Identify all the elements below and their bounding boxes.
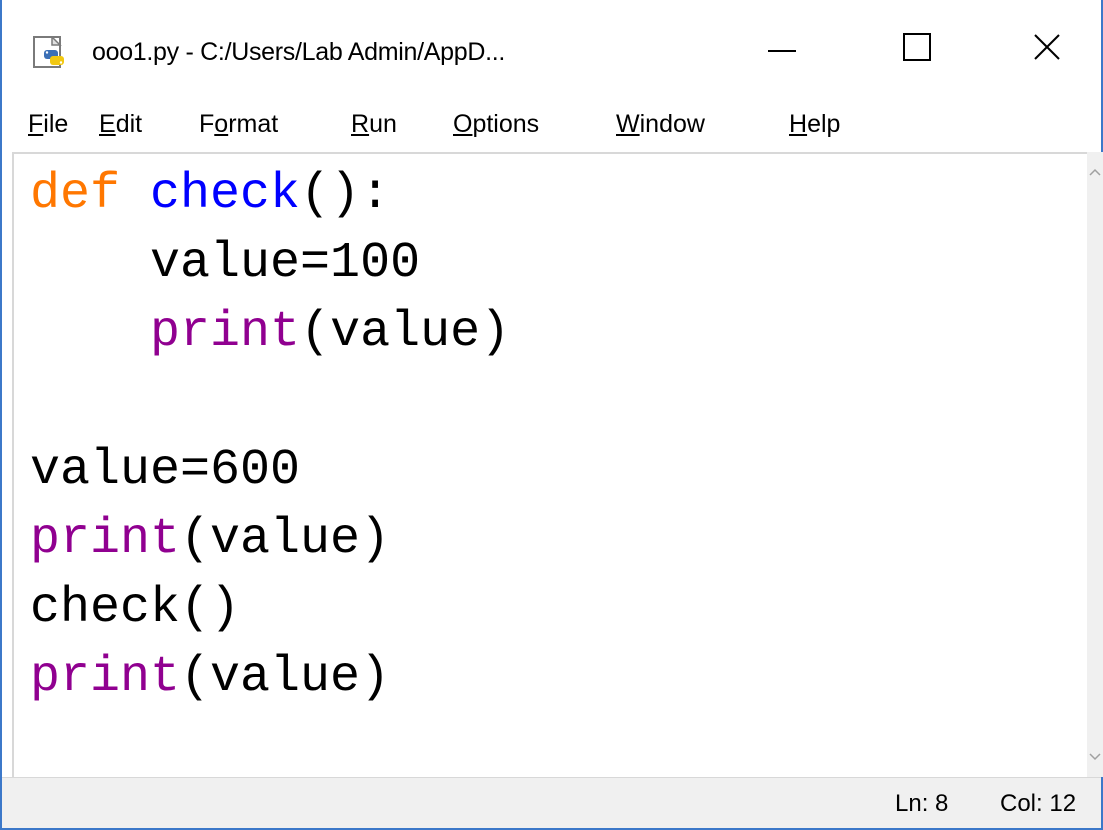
menu-window[interactable]: Window xyxy=(616,110,705,139)
code-line-6[interactable]: print(value) xyxy=(30,505,510,574)
menu-options[interactable]: Options xyxy=(453,110,539,139)
menu-help[interactable]: Help xyxy=(789,110,840,139)
menu-edit[interactable]: Edit xyxy=(99,110,142,139)
window-title: ooo1.py - C:/Users/Lab Admin/AppD... xyxy=(92,38,506,66)
code-line-2[interactable]: value=100 xyxy=(30,229,510,298)
code-line-1[interactable]: def check(): xyxy=(30,160,510,229)
code-line-8[interactable]: print(value) xyxy=(30,643,510,712)
code-line-5[interactable]: value=600 xyxy=(30,436,510,505)
status-column-number: Col: 12 xyxy=(1000,790,1077,817)
vertical-scrollbar[interactable] xyxy=(1087,152,1103,777)
scroll-up-arrow-icon[interactable] xyxy=(1087,162,1103,182)
close-button[interactable] xyxy=(1002,14,1092,84)
minimize-icon xyxy=(768,40,796,58)
menu-bar: File Edit Format Run Options Window Help xyxy=(2,100,1101,152)
menu-run[interactable]: Run xyxy=(351,110,397,139)
menu-file[interactable]: File xyxy=(28,110,68,139)
minimize-button[interactable] xyxy=(737,14,827,84)
code-text[interactable]: def check(): value=100 print(value) value… xyxy=(30,160,510,712)
maximize-button[interactable] xyxy=(872,14,962,84)
python-file-icon[interactable] xyxy=(32,36,72,70)
code-line-4[interactable] xyxy=(30,367,510,436)
code-line-7[interactable]: check() xyxy=(30,574,510,643)
code-line-3[interactable]: print(value) xyxy=(30,298,510,367)
status-line-number: Ln: 8 xyxy=(895,790,949,817)
scroll-down-arrow-icon[interactable] xyxy=(1087,747,1103,767)
title-bar[interactable]: ooo1.py - C:/Users/Lab Admin/AppD... xyxy=(2,0,1101,100)
menu-format[interactable]: Format xyxy=(199,110,278,139)
close-icon xyxy=(1033,33,1061,66)
code-editor[interactable]: def check(): value=100 print(value) value… xyxy=(12,152,1087,777)
maximize-icon xyxy=(903,32,931,66)
status-bar: Ln: 8 Col: 12 xyxy=(2,777,1101,828)
idle-editor-window: ooo1.py - C:/Users/Lab Admin/AppD... Fil… xyxy=(0,0,1103,830)
